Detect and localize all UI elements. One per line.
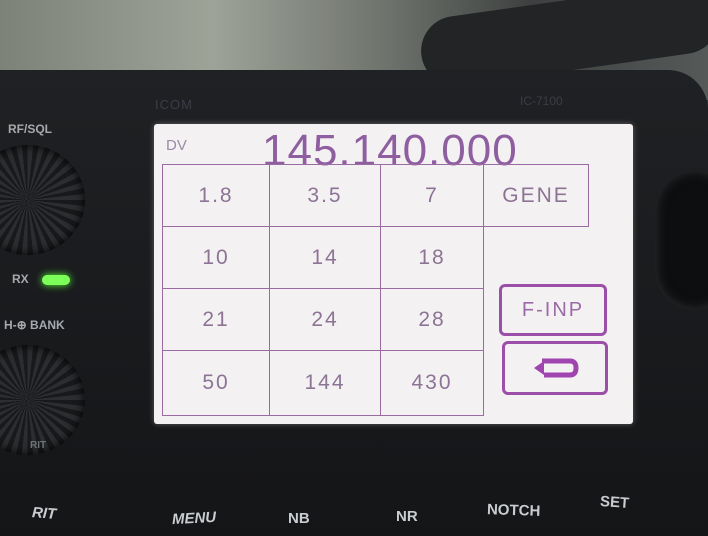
rf-sql-label: RF/SQL bbox=[8, 122, 52, 136]
rit-small-label: RIT bbox=[30, 440, 47, 451]
notch-button[interactable]: NOTCH bbox=[487, 501, 541, 520]
band-button-144[interactable]: 144 bbox=[269, 350, 381, 416]
band-button-14[interactable]: 14 bbox=[269, 226, 381, 289]
main-dial[interactable] bbox=[655, 170, 708, 310]
band-button-3-5[interactable]: 3.5 bbox=[269, 164, 381, 227]
nr-button[interactable]: NR bbox=[396, 508, 418, 525]
band-button-18[interactable]: 18 bbox=[380, 226, 484, 289]
rx-label: RX bbox=[12, 272, 29, 286]
model-label: IC-7100 bbox=[520, 94, 563, 108]
rx-led-indicator bbox=[42, 275, 70, 285]
band-button-28[interactable]: 28 bbox=[380, 288, 484, 351]
bank-label: H-⊕ BANK bbox=[4, 318, 65, 332]
band-button-50[interactable]: 50 bbox=[162, 350, 270, 416]
band-button-1-8[interactable]: 1.8 bbox=[162, 164, 270, 227]
rit-button[interactable]: RIT bbox=[31, 504, 56, 523]
band-button-10[interactable]: 10 bbox=[162, 226, 270, 289]
menu-button[interactable]: MENU bbox=[172, 509, 217, 528]
nb-button[interactable]: NB bbox=[288, 510, 310, 527]
set-button[interactable]: SET bbox=[599, 493, 629, 512]
band-button-430[interactable]: 430 bbox=[380, 350, 484, 416]
band-button-7[interactable]: 7 bbox=[380, 164, 484, 227]
return-arrow-icon bbox=[530, 355, 580, 381]
gene-button[interactable]: GENE bbox=[483, 164, 589, 227]
band-button-21[interactable]: 21 bbox=[162, 288, 270, 351]
band-button-24[interactable]: 24 bbox=[269, 288, 381, 351]
mode-indicator: DV bbox=[166, 137, 187, 154]
back-button[interactable] bbox=[502, 341, 608, 395]
band-grid: 1.8 3.5 7 GENE 10 14 18 21 24 28 50 144 … bbox=[162, 164, 626, 416]
f-inp-button[interactable]: F-INP bbox=[499, 284, 607, 336]
brand-label: ICOM bbox=[155, 97, 193, 112]
touch-display: DV 145.140.000 1.8 3.5 7 GENE 10 14 18 2… bbox=[154, 124, 633, 424]
